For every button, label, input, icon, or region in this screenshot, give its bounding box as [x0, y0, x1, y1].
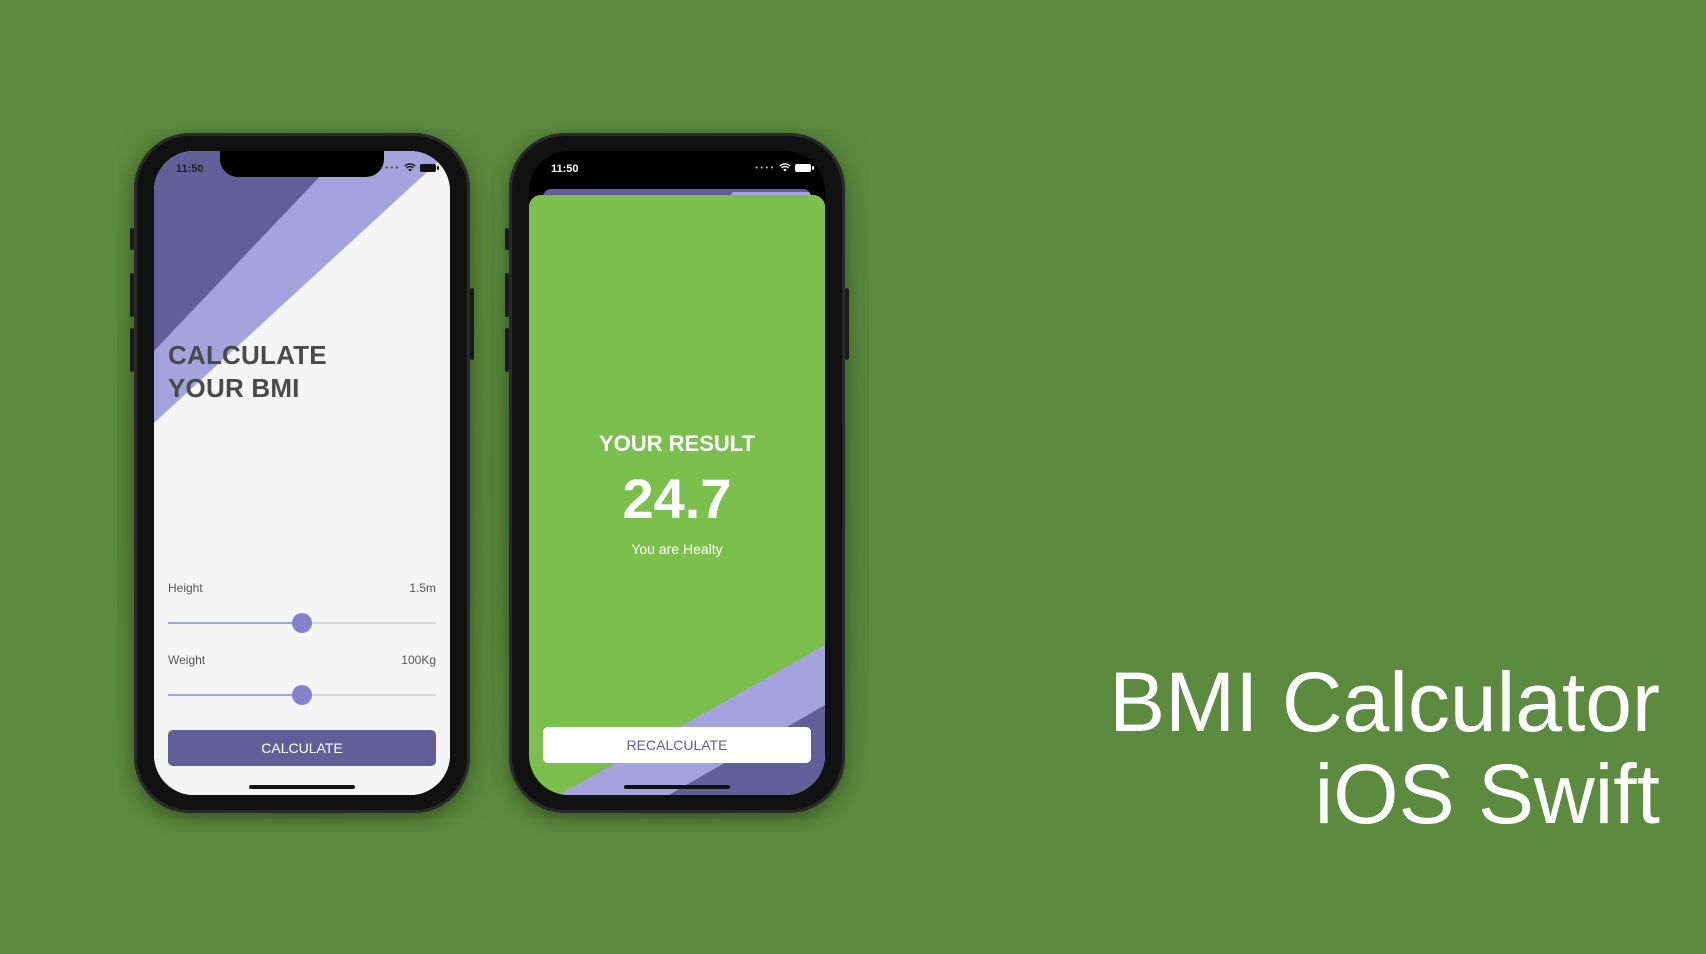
height-row: Height 1.5m [168, 581, 436, 595]
home-indicator[interactable] [624, 785, 730, 789]
height-slider-thumb[interactable] [292, 613, 312, 633]
height-value: 1.5m [409, 581, 436, 595]
weight-label: Weight [168, 653, 206, 667]
page-title: CALCULATE YOUR BMI [168, 339, 327, 405]
caption-line-2: iOS Swift [1314, 747, 1660, 841]
status-icons: •••• [754, 163, 814, 172]
phone1-screen: 11:50 •••• CALCULATE YOUR BMI Height 1.5… [154, 151, 450, 795]
phone2-screen: 11:50 •••• YOUR RESULT 24.7 You are Heal… [529, 151, 825, 795]
signal-dots-icon: •••• [379, 163, 400, 172]
phone2-power-button [845, 288, 849, 360]
home-indicator[interactable] [249, 785, 355, 789]
weight-slider-thumb[interactable] [292, 685, 312, 705]
weight-slider[interactable] [168, 685, 436, 705]
battery-icon [420, 163, 439, 172]
phone1-mute-switch [130, 228, 134, 250]
phone2-volume-up [505, 273, 509, 317]
result-title: YOUR RESULT [598, 431, 756, 456]
recalculate-button[interactable]: RECALCULATE [543, 727, 811, 763]
status-icons: •••• [379, 163, 439, 172]
weight-row: Weight 100Kg [168, 653, 436, 667]
battery-icon [795, 163, 814, 172]
status-time: 11:50 [551, 163, 579, 175]
advice-text: You are Healty [631, 541, 723, 557]
wifi-icon [404, 163, 416, 172]
height-label: Height [168, 581, 203, 595]
status-time: 11:50 [176, 163, 204, 175]
phone2-volume-down [505, 328, 509, 372]
signal-dots-icon: •••• [754, 163, 775, 172]
height-slider-fill [168, 622, 302, 624]
phone1-notch [220, 151, 384, 177]
phone-result-screen: 11:50 •••• YOUR RESULT 24.7 You are Heal… [505, 133, 849, 813]
wifi-icon [779, 163, 791, 172]
title-line-2: YOUR BMI [168, 373, 300, 403]
result-sheet: YOUR RESULT 24.7 You are Healty RECALCUL… [529, 195, 825, 795]
phone1-power-button [470, 288, 474, 360]
weight-value: 100Kg [401, 653, 436, 667]
phone2-mute-switch [505, 228, 509, 250]
height-slider[interactable] [168, 613, 436, 633]
weight-slider-fill [168, 694, 302, 696]
title-line-1: CALCULATE [168, 340, 327, 370]
phone-calculate-screen: 11:50 •••• CALCULATE YOUR BMI Height 1.5… [130, 133, 474, 813]
phone1-volume-down [130, 328, 134, 372]
calculate-button[interactable]: CALCULATE [168, 730, 436, 766]
caption-line-1: BMI Calculator [1109, 655, 1660, 749]
phone1-volume-up [130, 273, 134, 317]
caption: BMI Calculator iOS Swift [1109, 656, 1660, 840]
bmi-value: 24.7 [622, 467, 732, 530]
